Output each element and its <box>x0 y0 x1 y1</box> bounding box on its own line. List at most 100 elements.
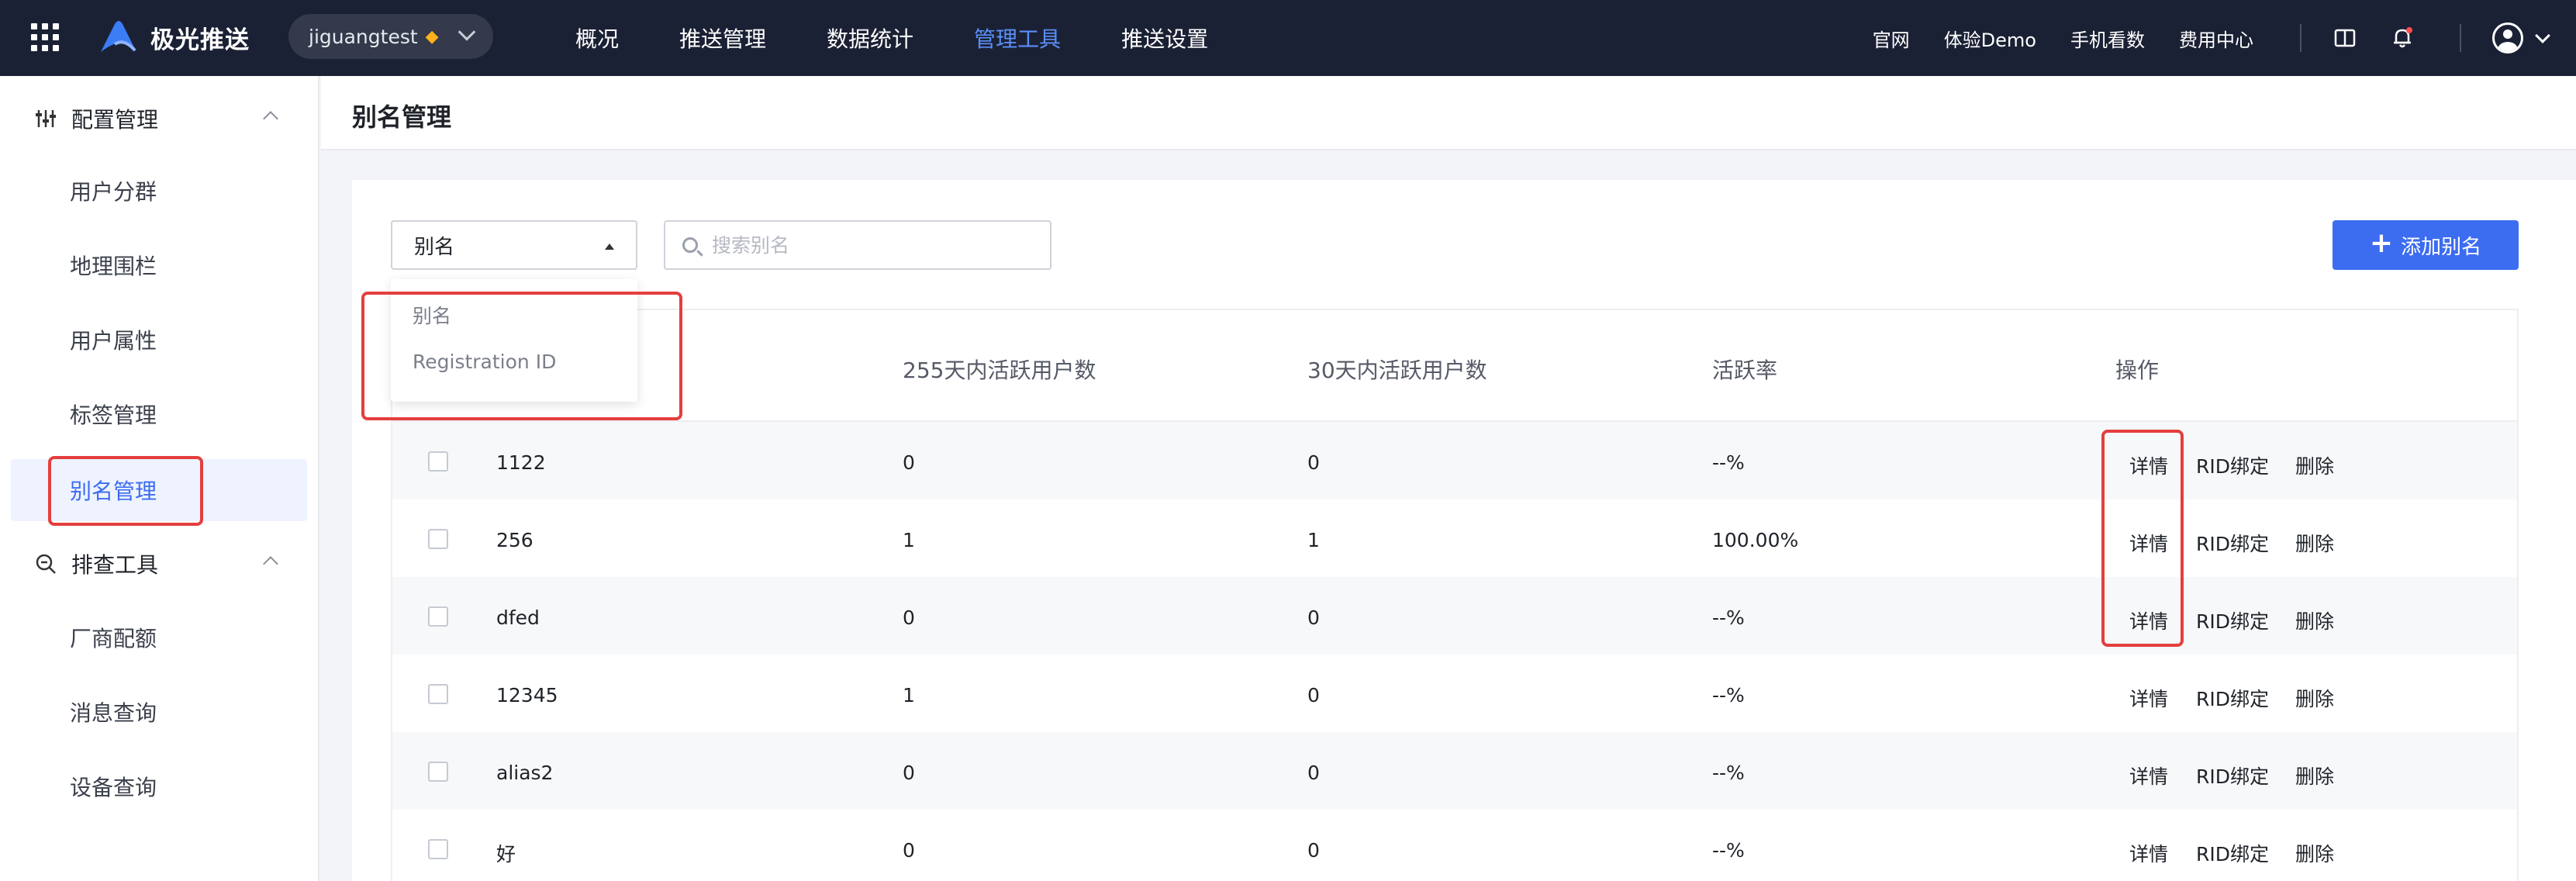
col-active-rate: 活跃率 <box>1712 358 1778 383</box>
page-title: 别名管理 <box>352 102 452 132</box>
annotation-box-sidebar <box>48 456 203 526</box>
cell-active-30: 0 <box>1307 684 1320 707</box>
divider <box>2300 24 2301 52</box>
sidebar-group-troubleshoot[interactable]: 排查工具 <box>0 540 319 588</box>
rid-bind-link[interactable]: RID绑定 <box>2196 451 2269 479</box>
table-row: 12345 1 0 --% 详情 RID绑定 删除 <box>392 655 2517 732</box>
delete-link[interactable]: 删除 <box>2295 684 2334 712</box>
jiguang-logo-icon <box>101 21 136 52</box>
sidebar-item-message-query[interactable]: 消息查询 <box>11 681 307 743</box>
brand-logo[interactable]: 极光推送 <box>98 16 250 59</box>
cell-active-30: 0 <box>1307 451 1320 474</box>
row-checkbox[interactable] <box>428 762 448 782</box>
link-mobile-view[interactable]: 手机看数 <box>2070 25 2145 52</box>
table-row: alias2 0 0 --% 详情 RID绑定 删除 <box>392 732 2517 810</box>
rid-bind-link[interactable]: RID绑定 <box>2196 839 2269 867</box>
col-operations: 操作 <box>2115 358 2160 383</box>
sidebar-item-device-query[interactable]: 设备查询 <box>11 755 307 817</box>
search-box[interactable] <box>664 220 1051 270</box>
annotation-box-dropdown <box>361 292 682 420</box>
account-switcher[interactable]: jiguangtest ◆ <box>288 14 493 59</box>
table-row: 256 1 1 100.00% 详情 RID绑定 删除 <box>392 499 2517 577</box>
user-avatar-icon[interactable] <box>2492 22 2523 54</box>
book-icon[interactable] <box>2333 26 2357 50</box>
cell-alias: 好 <box>496 843 516 865</box>
sidebar-item-user-segments[interactable]: 用户分群 <box>11 160 307 222</box>
diamond-icon: ◆ <box>425 26 439 47</box>
rid-bind-link[interactable]: RID绑定 <box>2196 529 2269 557</box>
cell-active-30: 1 <box>1307 529 1320 551</box>
chevron-down-icon[interactable] <box>2535 28 2550 43</box>
nav-push-settings[interactable]: 推送设置 <box>1121 22 1208 54</box>
chevron-up-icon <box>263 111 278 126</box>
cell-alias: dfed <box>496 606 540 629</box>
link-demo[interactable]: 体验Demo <box>1944 25 2036 52</box>
cell-active-30: 0 <box>1307 606 1320 629</box>
main-nav: 概况 推送管理 数据统计 管理工具 推送设置 <box>575 0 1269 76</box>
link-official-site[interactable]: 官网 <box>1873 25 1910 52</box>
select-value: 别名 <box>414 235 455 259</box>
nav-statistics[interactable]: 数据统计 <box>827 22 913 54</box>
table-header: 255天内活跃用户数 30天内活跃用户数 活跃率 操作 <box>392 310 2517 422</box>
table-row: 好 0 0 --% 详情 RID绑定 删除 <box>392 810 2517 881</box>
plus-icon: + <box>2369 227 2394 259</box>
details-link[interactable]: 详情 <box>2129 839 2168 867</box>
caret-up-icon <box>605 244 614 250</box>
alias-table: 255天内活跃用户数 30天内活跃用户数 活跃率 操作 1122 0 0 --% 详情 R… <box>391 309 2519 881</box>
chevron-up-icon <box>263 556 278 572</box>
cell-active-255: 0 <box>903 451 915 474</box>
details-link[interactable]: 详情 <box>2129 684 2168 712</box>
sidebar-group-config[interactable]: 配置管理 <box>0 95 319 143</box>
delete-link[interactable]: 删除 <box>2295 529 2334 557</box>
divider <box>2460 24 2461 52</box>
cell-alias: alias2 <box>496 762 554 784</box>
search-input[interactable] <box>712 233 1038 257</box>
cell-active-rate: --% <box>1712 839 1745 862</box>
cell-alias: 1122 <box>496 451 546 474</box>
delete-link[interactable]: 删除 <box>2295 762 2334 789</box>
table-body: 1122 0 0 --% 详情 RID绑定 删除 256 1 1 100.00% 详情 RID绑定 删除 d… <box>392 422 2517 881</box>
row-checkbox[interactable] <box>428 529 448 549</box>
sliders-icon <box>36 110 56 127</box>
row-checkbox[interactable] <box>428 451 448 472</box>
cell-active-30: 0 <box>1307 762 1320 784</box>
sidebar-item-user-attributes[interactable]: 用户属性 <box>11 309 307 371</box>
chevron-down-icon <box>458 23 476 41</box>
nav-push-management[interactable]: 推送管理 <box>679 22 766 54</box>
bell-icon[interactable] <box>2390 26 2415 50</box>
rid-bind-link[interactable]: RID绑定 <box>2196 762 2269 789</box>
sidebar-item-tag-management[interactable]: 标签管理 <box>11 383 307 445</box>
link-billing[interactable]: 费用中心 <box>2179 25 2253 52</box>
cell-active-rate: --% <box>1712 451 1745 474</box>
nav-overview[interactable]: 概况 <box>575 22 619 54</box>
zoom-search-icon <box>36 554 56 574</box>
details-link[interactable]: 详情 <box>2129 762 2168 789</box>
cell-active-rate: --% <box>1712 606 1745 629</box>
search-type-select[interactable]: 别名 <box>391 220 637 270</box>
sidebar-group-label: 配置管理 <box>71 107 159 133</box>
rid-bind-link[interactable]: RID绑定 <box>2196 606 2269 634</box>
cell-active-rate: --% <box>1712 684 1745 707</box>
col-active-255: 255天内活跃用户数 <box>903 358 1096 383</box>
sidebar-item-vendor-quota[interactable]: 厂商配额 <box>11 606 307 669</box>
delete-link[interactable]: 删除 <box>2295 839 2334 867</box>
cell-active-255: 0 <box>903 606 915 629</box>
row-checkbox[interactable] <box>428 684 448 704</box>
add-alias-button[interactable]: + 添加别名 <box>2333 220 2519 270</box>
table-row: 1122 0 0 --% 详情 RID绑定 删除 <box>392 422 2517 499</box>
sidebar-item-geofence[interactable]: 地理围栏 <box>11 234 307 296</box>
delete-link[interactable]: 删除 <box>2295 451 2334 479</box>
sidebar-group-label: 排查工具 <box>71 552 159 578</box>
cell-alias: 12345 <box>496 684 558 707</box>
row-checkbox[interactable] <box>428 839 448 859</box>
apps-grid-icon[interactable] <box>31 23 59 51</box>
rid-bind-link[interactable]: RID绑定 <box>2196 684 2269 712</box>
cell-active-255: 0 <box>903 839 915 862</box>
nav-management-tools[interactable]: 管理工具 <box>974 22 1061 54</box>
cell-active-255: 0 <box>903 762 915 784</box>
row-checkbox[interactable] <box>428 606 448 627</box>
add-alias-label: 添加别名 <box>2401 235 2482 259</box>
delete-link[interactable]: 删除 <box>2295 606 2334 634</box>
brand-name: 极光推送 <box>150 26 250 54</box>
cell-active-255: 1 <box>903 684 915 707</box>
